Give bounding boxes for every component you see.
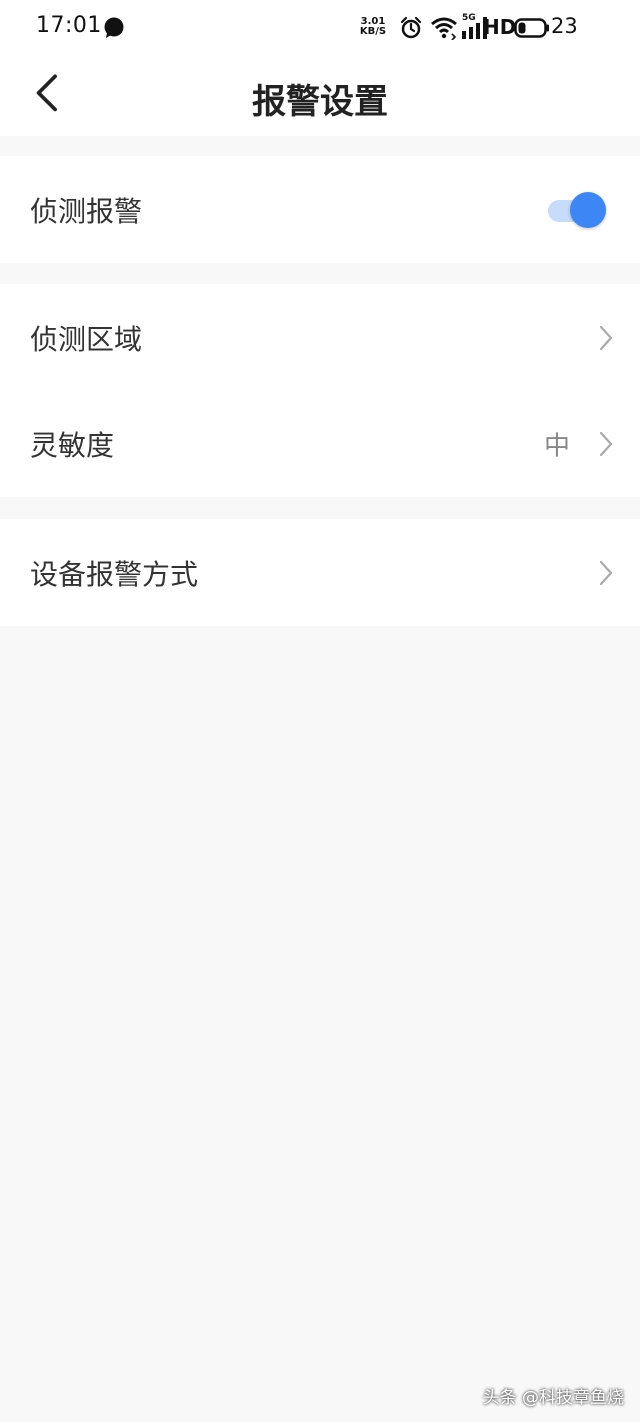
detect-alarm-card: 侦测报警 <box>0 156 640 263</box>
title-bar: 报警设置 <box>0 56 640 136</box>
hd-label: HD <box>483 15 517 39</box>
page-title: 报警设置 <box>252 82 388 122</box>
chevron-right-icon <box>599 560 613 585</box>
device-alarm-card: 设备报警方式 <box>0 519 640 626</box>
sensitivity-value: 中 <box>543 431 570 462</box>
chevron-right-icon <box>599 431 613 457</box>
net-speed: 3.01 KB/S <box>359 16 387 37</box>
device-alarm-mode-label: 设备报警方式 <box>30 557 199 591</box>
alarm-clock-icon <box>400 16 422 39</box>
detect-alarm-row: 侦测报警 <box>0 156 640 263</box>
sensitivity-row[interactable]: 灵敏度 中 <box>0 391 640 497</box>
chevron-right-icon <box>599 325 613 350</box>
detect-alarm-toggle[interactable] <box>548 191 606 228</box>
battery-icon <box>514 18 549 38</box>
device-alarm-mode-row[interactable]: 设备报警方式 <box>0 519 640 626</box>
toggle-knob <box>570 191 606 228</box>
wifi-icon <box>431 17 457 40</box>
watermark: 头条 @科技章鱼烧 <box>482 1388 624 1408</box>
detect-settings-card: 侦测区域 灵敏度 中 <box>0 284 640 497</box>
sensitivity-label: 灵敏度 <box>30 429 115 462</box>
chat-notification-icon <box>104 17 124 38</box>
status-time: 17:01 <box>36 13 102 38</box>
detect-alarm-label: 侦测报警 <box>30 194 143 228</box>
detect-area-row[interactable]: 侦测区域 <box>0 284 640 391</box>
battery-level: 23 <box>551 14 578 38</box>
status-bar: 17:01 3.01 KB/S 5G HD 23 <box>0 0 640 56</box>
detect-area-label: 侦测区域 <box>30 322 143 356</box>
